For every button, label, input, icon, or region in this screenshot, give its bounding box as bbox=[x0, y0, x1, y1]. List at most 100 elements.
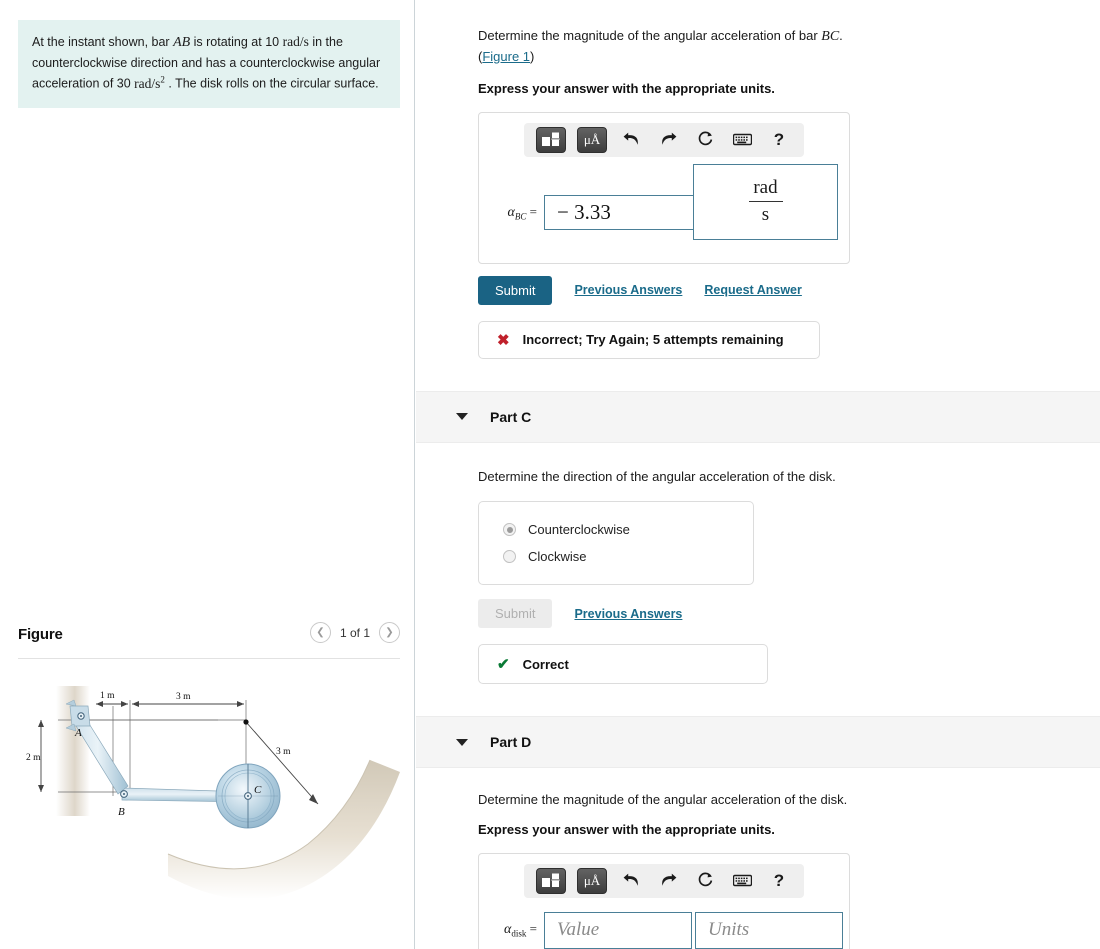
check-mark-icon: ✔ bbox=[497, 656, 510, 673]
reset-circular-arrow-icon[interactable] bbox=[692, 127, 718, 153]
radio-label-counterclockwise: Counterclockwise bbox=[528, 522, 630, 537]
part-c-body: Determine the direction of the angular a… bbox=[416, 443, 1100, 684]
units-fraction: rad s bbox=[748, 177, 783, 225]
part-b-previous-answers-link[interactable]: Previous Answers bbox=[574, 283, 682, 297]
part-d-value-placeholder: Value bbox=[557, 919, 600, 940]
part-d-label: Part D bbox=[490, 734, 532, 750]
part-b-question-text: Determine the magnitude of the angular a… bbox=[478, 28, 822, 43]
part-b-variable-label: αBC = bbox=[479, 204, 544, 222]
part-b-instruction: Express your answer with the appropriate… bbox=[478, 80, 775, 96]
caret-down-icon[interactable] bbox=[456, 413, 468, 420]
radio-indicator-selected[interactable] bbox=[503, 523, 516, 536]
alpha-symbol: α bbox=[507, 204, 515, 220]
part-b-body: Determine the magnitude of the angular a… bbox=[416, 0, 1100, 359]
part-b-value-text: − 3.33 bbox=[557, 200, 611, 224]
part-b-feedback: ✖ Incorrect; Try Again; 5 attempts remai… bbox=[478, 320, 820, 359]
figure-counter: 1 of 1 bbox=[339, 625, 370, 640]
svg-text:2 m: 2 m bbox=[26, 753, 41, 763]
part-b-feedback-text: Incorrect; Try Again; 5 attempts remaini… bbox=[522, 332, 784, 347]
chevron-right-icon[interactable]: ❯ bbox=[379, 622, 400, 643]
chevron-left-icon[interactable]: ❮ bbox=[309, 622, 331, 643]
units-numerator: rad bbox=[753, 177, 778, 199]
part-b-answer-box: μÅ ? αBC = − 3.33 rad s bbox=[478, 111, 850, 264]
left-panel: At the instant shown, bar A B is rotating… bbox=[0, 0, 415, 949]
radio-label-clockwise: Clockwise bbox=[528, 549, 587, 564]
figure-divider bbox=[18, 658, 400, 659]
caret-down-icon[interactable] bbox=[456, 738, 468, 746]
paren-close: ) bbox=[530, 49, 535, 64]
unit-rad-per-s2: rad/s2 bbox=[134, 74, 165, 91]
figure-image[interactable]: 2 m 1 m 3 m 3 m A B C bbox=[18, 676, 400, 926]
part-b-submit-button[interactable]: Submit bbox=[478, 275, 553, 305]
x-mark-icon: ✖ bbox=[497, 331, 510, 349]
fraction-bar bbox=[748, 201, 783, 202]
svg-text:B: B bbox=[118, 806, 125, 818]
figure-title: Figure bbox=[18, 626, 63, 643]
svg-text:1 m: 1 m bbox=[100, 691, 115, 701]
part-b-units-input[interactable]: rad s bbox=[693, 163, 838, 240]
problem-text-4: . The disk rolls on the circular surface… bbox=[164, 76, 379, 91]
part-b-value-input[interactable]: − 3.33 bbox=[544, 195, 694, 230]
part-d-question: Determine the magnitude of the angular a… bbox=[478, 792, 848, 807]
problem-text-2: is rotating at 10 bbox=[190, 35, 283, 49]
part-d-units-input[interactable]: Units bbox=[695, 911, 843, 949]
part-b-toolbar: μÅ ? bbox=[524, 122, 804, 157]
bar-bc-symbol: BC bbox=[821, 29, 840, 44]
undo-arrow-icon[interactable] bbox=[618, 127, 644, 153]
part-d-input-row: αdisk = Value Units bbox=[479, 898, 849, 949]
part-d-instruction: Express your answer with the appropriate… bbox=[478, 821, 775, 837]
redo-arrow-icon[interactable] bbox=[655, 127, 681, 153]
svg-text:C: C bbox=[254, 784, 262, 796]
reset-circular-arrow-icon[interactable] bbox=[692, 868, 718, 894]
part-c-feedback-text: Correct bbox=[522, 656, 569, 672]
redo-arrow-icon[interactable] bbox=[655, 868, 681, 894]
part-b-question: Determine the magnitude of the angular a… bbox=[478, 26, 1100, 67]
part-c-header[interactable]: Part C bbox=[416, 390, 1100, 443]
part-d-answer-box: μÅ ? αdisk = Value Units bbox=[478, 852, 850, 949]
units-mu-angstrom-icon[interactable]: μÅ bbox=[577, 126, 607, 153]
units-mu-angstrom-icon[interactable]: μÅ bbox=[577, 867, 607, 894]
part-c-previous-answers-link[interactable]: Previous Answers bbox=[574, 607, 682, 621]
equals-sign: = bbox=[529, 203, 537, 219]
problem-statement: At the instant shown, bar AB is rotating… bbox=[18, 20, 400, 109]
part-c-feedback: ✔ Correct bbox=[478, 644, 768, 684]
alpha-subscript: BC bbox=[514, 211, 527, 222]
part-c-options: Counterclockwise Clockwise bbox=[478, 501, 754, 585]
radio-option-counterclockwise[interactable]: Counterclockwise bbox=[479, 516, 753, 543]
math-template-icon[interactable] bbox=[536, 126, 566, 153]
problem-page: At the instant shown, bar A B is rotating… bbox=[0, 0, 1100, 949]
part-d-body: Determine the magnitude of the angular a… bbox=[416, 768, 1100, 949]
part-d-header[interactable]: Part D bbox=[416, 716, 1100, 768]
part-d-variable-label: αdisk = bbox=[479, 921, 544, 939]
keyboard-icon[interactable] bbox=[729, 868, 755, 894]
svg-text:3 m: 3 m bbox=[176, 692, 191, 702]
part-b-input-row: αBC = − 3.33 rad s bbox=[479, 157, 849, 263]
undo-arrow-icon[interactable] bbox=[618, 868, 644, 894]
figure-header: Figure ❮ 1 of 1 ❯ bbox=[18, 622, 400, 658]
figure-1-link[interactable]: Figure 1 bbox=[482, 49, 530, 64]
svg-text:3 m: 3 m bbox=[276, 747, 291, 757]
radio-option-clockwise[interactable]: Clockwise bbox=[479, 543, 753, 570]
figure-navigation: ❮ 1 of 1 ❯ bbox=[309, 622, 400, 643]
alpha-subscript: disk bbox=[511, 928, 527, 939]
part-d-units-placeholder: Units bbox=[708, 919, 750, 940]
svg-text:A: A bbox=[74, 727, 82, 739]
keyboard-icon[interactable] bbox=[729, 127, 755, 153]
part-c-button-row: Submit Previous Answers bbox=[478, 599, 1100, 628]
part-b-button-row: Submit Previous Answers Request Answer bbox=[478, 275, 1100, 305]
part-c-submit-button: Submit bbox=[478, 599, 553, 628]
right-panel: Determine the magnitude of the angular a… bbox=[416, 0, 1100, 949]
part-b-question-period: . bbox=[839, 28, 843, 43]
radio-indicator-unselected[interactable] bbox=[503, 550, 516, 563]
part-d-value-input[interactable]: Value bbox=[544, 911, 692, 949]
part-b-request-answer-link[interactable]: Request Answer bbox=[704, 283, 801, 297]
units-denominator: s bbox=[761, 204, 770, 225]
unit-rad-per-s: rad/s bbox=[282, 34, 309, 49]
problem-text-1: At the instant shown, bar bbox=[32, 35, 174, 49]
equals-sign: = bbox=[529, 921, 537, 937]
math-template-icon[interactable] bbox=[536, 867, 566, 894]
part-d-toolbar: μÅ ? bbox=[524, 863, 804, 898]
part-c-label: Part C bbox=[490, 408, 532, 425]
help-question-icon[interactable]: ? bbox=[766, 868, 792, 894]
help-question-icon[interactable]: ? bbox=[766, 127, 792, 153]
